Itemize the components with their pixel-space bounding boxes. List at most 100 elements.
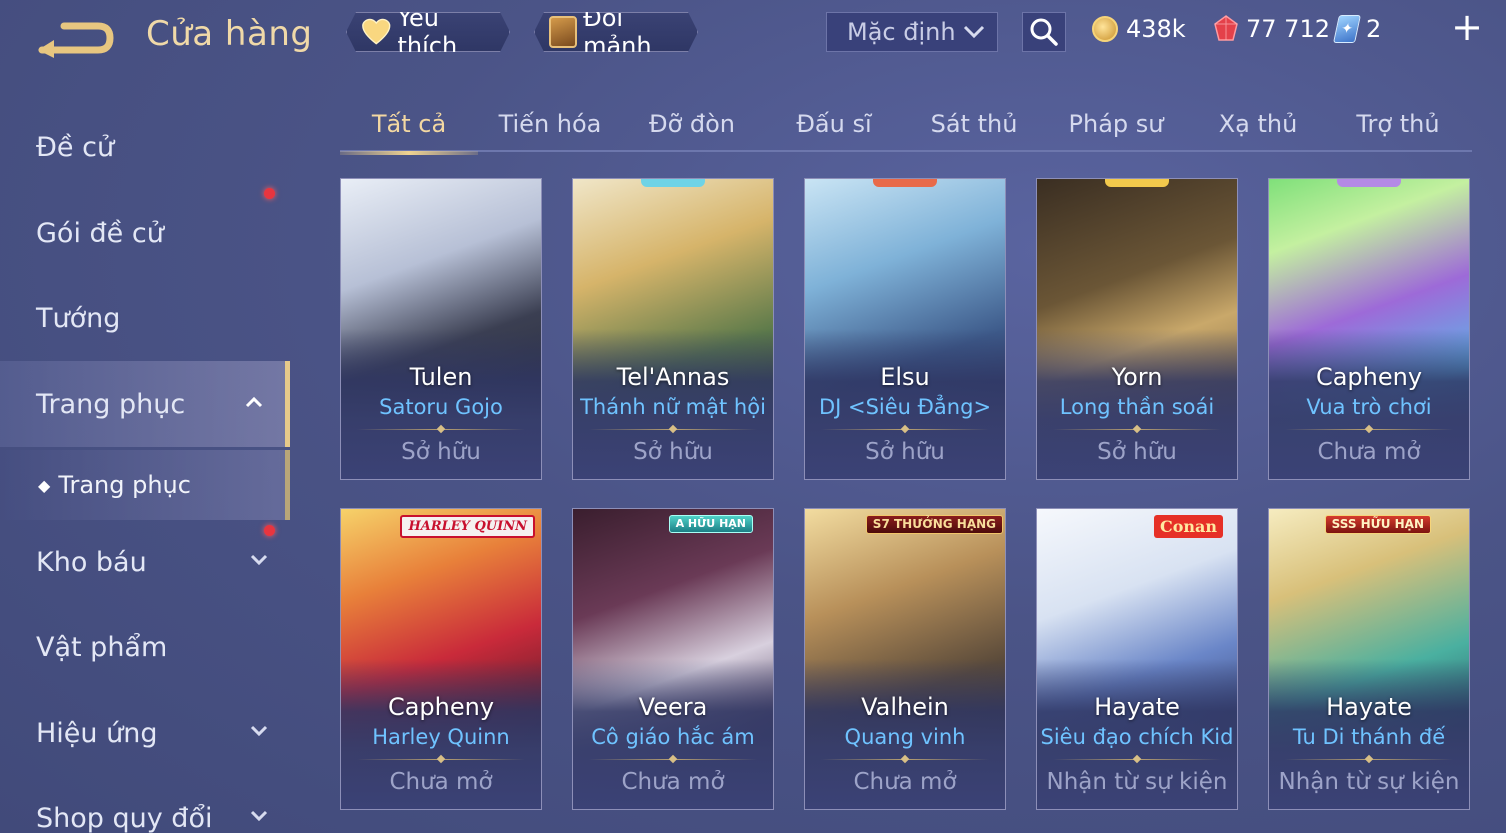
skin-name: Thánh nữ mật hội [580, 395, 766, 419]
ownership-status: Sở hữu [633, 439, 713, 465]
shard-exchange-label: Đổi mảnh [583, 4, 652, 60]
sidebar-item-label: Trang phục [36, 388, 186, 420]
tab-label: Tất cả [371, 110, 447, 138]
skin-card[interactable]: SSS HỮU HẠN Hayate Tu Di thánh đế Nhận t… [1268, 508, 1470, 810]
voucher-balance: ✦ 2 [1333, 14, 1382, 44]
skin-badge: HARLEY QUINN [400, 515, 535, 538]
favorites-button[interactable]: Yêu thích [346, 12, 510, 52]
sidebar-item-bundles[interactable]: Gói đề cử [0, 188, 290, 276]
ownership-status: Chưa mở [853, 769, 957, 795]
sidebar-item-recommended[interactable]: Đề cử [0, 104, 290, 190]
gold-amount: 438k [1126, 15, 1186, 43]
tab-support[interactable]: Trợ thủ [1328, 96, 1468, 152]
skin-name: Quang vinh [844, 725, 966, 749]
skin-badge: A HỮU HẠN [668, 515, 753, 533]
ownership-status: Sở hữu [401, 439, 481, 465]
tab-label: Đỡ đòn [648, 110, 736, 138]
hero-name: Hayate [1326, 693, 1412, 721]
hero-name: Elsu [880, 363, 930, 391]
sidebar-subitem-skins[interactable]: ◆ Trang phục [0, 450, 290, 520]
skin-name: Vua trò chơi [1306, 395, 1432, 419]
sidebar: Đề cử Gói đề cử Tướng Trang phục ◆ Trang… [0, 100, 290, 833]
hero-name: Hayate [1094, 693, 1180, 721]
search-button[interactable] [1022, 12, 1066, 52]
tab-marksman[interactable]: Xạ thủ [1188, 96, 1328, 152]
skin-name: Siêu đạo chích Kid [1040, 725, 1234, 749]
plus-icon: + [1451, 5, 1483, 49]
hero-name: Valhein [861, 693, 949, 721]
skin-name: DJ <Siêu Đẳng> [818, 395, 992, 419]
skin-badge: S7 THƯỞNG HẠNG [865, 515, 1003, 534]
chest-icon [549, 16, 577, 48]
back-arrow-icon [38, 22, 114, 58]
chevron-down-icon [250, 554, 268, 566]
hero-name: Tel'Annas [616, 363, 730, 391]
notification-dot [264, 525, 275, 536]
ruby-balance: 77 712 [1214, 14, 1330, 44]
back-button[interactable] [34, 18, 114, 58]
sidebar-subitem-label: Trang phục [58, 471, 191, 499]
page-title: Cửa hàng [146, 14, 313, 54]
skin-name: Harley Quinn [372, 725, 510, 749]
skin-card[interactable]: Tulen Satoru Gojo Sở hữu [340, 178, 542, 480]
divider [589, 759, 757, 760]
ownership-status: Nhận từ sự kiện [1278, 769, 1460, 795]
divider [1285, 759, 1453, 760]
sidebar-item-skins[interactable]: Trang phục [0, 361, 290, 447]
active-tab-indicator [340, 151, 478, 155]
voucher-icon: ✦ [1333, 15, 1361, 43]
sidebar-item-items[interactable]: Vật phẩm [0, 604, 290, 690]
sidebar-item-treasure[interactable]: Kho báu [0, 519, 290, 605]
add-currency-button[interactable]: + [1450, 8, 1484, 46]
sort-dropdown[interactable]: Mặc định [826, 12, 998, 52]
ownership-status: Chưa mở [389, 769, 493, 795]
sidebar-item-exchange-shop[interactable]: Shop quy đổi [0, 775, 290, 833]
category-tabs: Tất cả Tiến hóa Đỡ đòn Đấu sĩ Sát thủ Ph… [340, 96, 1472, 155]
divider [1285, 429, 1453, 430]
skin-card[interactable]: Elsu DJ <Siêu Đẳng> Sở hữu [804, 178, 1006, 480]
divider [821, 429, 989, 430]
favorites-label: Yêu thích [397, 4, 458, 60]
tab-evolution[interactable]: Tiến hóa [480, 96, 620, 152]
skin-card[interactable]: S7 THƯỞNG HẠNG Valhein Quang vinh Chưa m… [804, 508, 1006, 810]
ownership-status: Chưa mở [621, 769, 725, 795]
chevron-down-icon [250, 725, 268, 737]
tab-label: Pháp sư [1068, 110, 1164, 138]
gold-balance: 438k [1092, 14, 1186, 44]
ruby-amount: 77 712 [1246, 15, 1330, 43]
skin-card[interactable]: Tel'Annas Thánh nữ mật hội Sở hữu [572, 178, 774, 480]
skin-badge: SSS HỮU HẠN [1324, 515, 1431, 534]
sort-value: Mặc định [847, 18, 956, 46]
tab-all[interactable]: Tất cả [340, 96, 478, 155]
sidebar-item-effects[interactable]: Hiệu ứng [0, 690, 290, 776]
skin-card[interactable]: Capheny Vua trò chơi Chưa mở [1268, 178, 1470, 480]
tab-label: Tiến hóa [498, 110, 602, 138]
ownership-status: Chưa mở [1317, 439, 1421, 465]
skin-card[interactable]: HARLEY QUINN Capheny Harley Quinn Chưa m… [340, 508, 542, 810]
divider [589, 429, 757, 430]
skin-card[interactable]: Conan Hayate Siêu đạo chích Kid Nhận từ … [1036, 508, 1238, 810]
divider [357, 429, 525, 430]
tab-fighter[interactable]: Đấu sĩ [764, 96, 904, 152]
sidebar-item-label: Hiệu ứng [36, 717, 158, 749]
tab-assassin[interactable]: Sát thủ [904, 96, 1044, 152]
bullet-icon: ◆ [38, 475, 51, 495]
sidebar-item-label: Tướng [36, 302, 121, 334]
tab-tank[interactable]: Đỡ đòn [622, 96, 762, 152]
tab-mage[interactable]: Pháp sư [1046, 96, 1186, 152]
voucher-amount: 2 [1366, 15, 1382, 43]
skin-name: Tu Di thánh đế [1292, 725, 1446, 749]
sidebar-item-heroes[interactable]: Tướng [0, 275, 290, 361]
shard-exchange-button[interactable]: Đổi mảnh [534, 12, 698, 52]
hero-name: Tulen [409, 363, 473, 391]
sidebar-item-label: Gói đề cử [36, 217, 164, 249]
skin-card[interactable]: Yorn Long thần soái Sở hữu [1036, 178, 1238, 480]
skin-card[interactable]: A HỮU HẠN Veera Cô giáo hắc ám Chưa mở [572, 508, 774, 810]
skin-name: Satoru Gojo [379, 395, 503, 419]
hero-name: Capheny [1315, 363, 1423, 391]
skin-name: Cô giáo hắc ám [591, 725, 755, 749]
sidebar-item-label: Shop quy đổi [36, 802, 213, 833]
divider [357, 759, 525, 760]
heart-icon [361, 17, 391, 47]
ownership-status: Nhận từ sự kiện [1046, 769, 1228, 795]
